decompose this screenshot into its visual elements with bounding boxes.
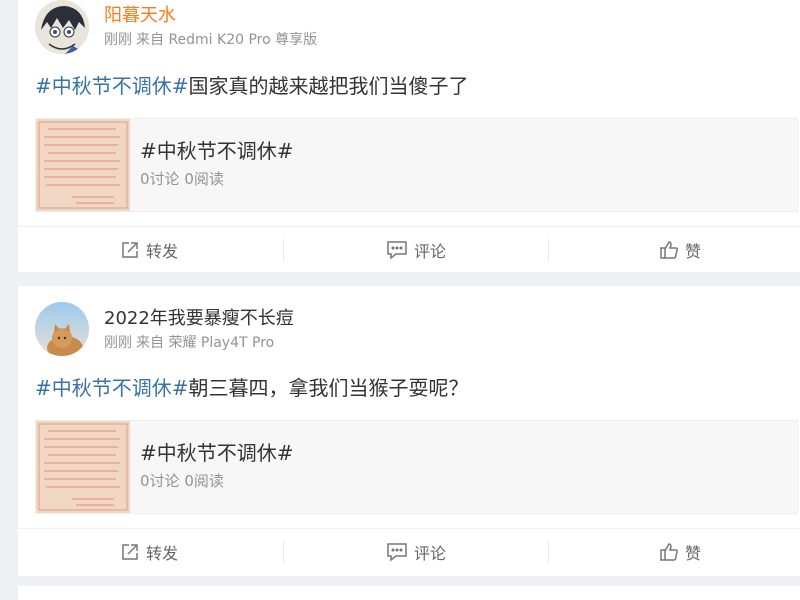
post-meta: 刚刚 来自 Redmi K20 Pro 尊享版 [104,31,321,49]
share-square-icon [120,240,140,260]
comment-bubble-icon [386,240,408,260]
post-actions: 转发 评论 赞 [18,528,800,574]
comment-label: 评论 [414,544,447,563]
post-source: 来自 Redmi K20 Pro 尊享版 [136,32,318,48]
post-meta: 刚刚 来自 荣耀 Play4T Pro [104,334,278,352]
action-divider [283,541,284,563]
topic-thumbnail [36,421,130,513]
topic-title[interactable]: #中秋节不调休# [140,441,294,465]
topic-reads: 0阅读 [184,472,224,490]
post-body: 国家真的越来越把我们当傻子了 [188,74,469,98]
topic-stats: 0讨论 0阅读 [140,471,224,491]
action-divider [283,239,284,261]
post-card-partial [18,586,800,600]
post-body: 朝三暮四，拿我们当猴子耍呢？ [188,376,469,400]
repost-label: 转发 [146,242,179,261]
post-text: #中秋节不调休#朝三暮四，拿我们当猴子耍呢？ [35,374,469,402]
avatar[interactable] [35,302,89,356]
topic-card[interactable]: #中秋节不调休# 0讨论 0阅读 [35,420,798,514]
topic-discussions: 0讨论 [140,170,180,188]
post-card: 阳暮天水 刚刚 来自 Redmi K20 Pro 尊享版 #中秋节不调休#国家真的… [18,0,800,272]
share-square-icon [120,542,140,562]
like-label: 赞 [685,242,702,261]
action-divider [548,239,549,261]
thumbs-up-icon [659,542,679,562]
action-divider [548,541,549,563]
hashtag-link[interactable]: #中秋节不调休# [35,74,189,98]
post-text: #中秋节不调休#国家真的越来越把我们当傻子了 [35,72,469,100]
topic-title[interactable]: #中秋节不调休# [140,139,294,163]
repost-button[interactable]: 转发 [120,529,178,575]
like-button[interactable]: 赞 [659,529,701,575]
weibo-feed: 阳暮天水 刚刚 来自 Redmi K20 Pro 尊享版 #中秋节不调休#国家真的… [0,0,800,600]
topic-reads: 0阅读 [184,170,224,188]
thumbs-up-icon [659,240,679,260]
topic-thumbnail [36,119,130,211]
post-source: 来自 荣耀 Play4T Pro [136,335,275,351]
comment-button[interactable]: 评论 [386,529,446,575]
repost-button[interactable]: 转发 [120,227,178,273]
like-label: 赞 [685,544,702,563]
comment-button[interactable]: 评论 [386,227,446,273]
topic-discussions: 0讨论 [140,472,180,490]
like-button[interactable]: 赞 [659,227,701,273]
hashtag-link[interactable]: #中秋节不调休# [35,376,189,400]
comment-bubble-icon [386,542,408,562]
topic-stats: 0讨论 0阅读 [140,169,224,189]
username[interactable]: 2022年我要暴瘦不长痘 [104,308,294,330]
username[interactable]: 阳暮天水 [104,5,176,27]
comment-label: 评论 [414,242,447,261]
avatar[interactable] [35,0,89,54]
repost-label: 转发 [146,544,179,563]
post-card: 2022年我要暴瘦不长痘 刚刚 来自 荣耀 Play4T Pro #中秋节不调休#… [18,286,800,576]
post-time[interactable]: 刚刚 [104,32,132,48]
topic-card[interactable]: #中秋节不调休# 0讨论 0阅读 [35,118,798,212]
post-actions: 转发 评论 赞 [18,226,800,272]
post-time[interactable]: 刚刚 [104,335,132,351]
